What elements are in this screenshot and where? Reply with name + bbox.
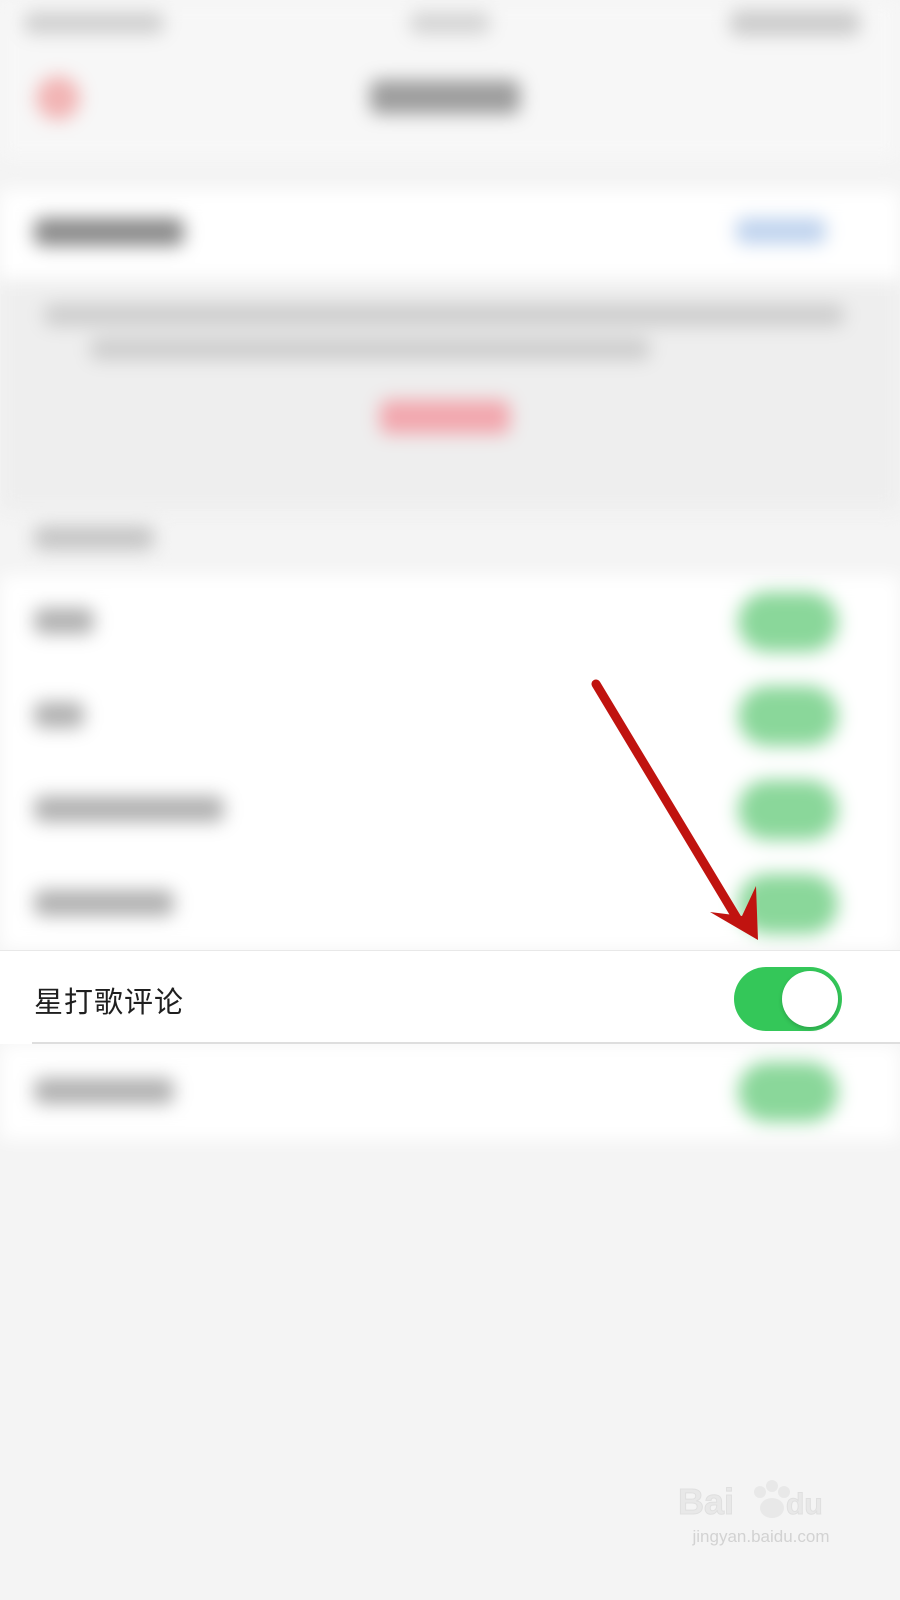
setting-row-star-song-comments: 星打歌评论 [0,950,900,1044]
screen: 星打歌评论 Bai du jingyan.baidu.com [0,0,900,1600]
blurred-background [0,0,900,1600]
status-center [410,12,490,34]
row-label [34,1078,174,1104]
toggle-switch[interactable] [738,780,838,840]
toggle-switch[interactable] [738,874,838,934]
card-link[interactable] [736,218,826,244]
card-title [34,218,184,246]
status-time [24,12,164,34]
section-header [34,526,154,550]
row-label [34,890,174,916]
star-song-comments-toggle[interactable] [734,967,842,1031]
row-label [34,702,84,728]
description-line [90,338,650,360]
watermark-url: jingyan.baidu.com [692,1527,830,1546]
row-label [34,608,94,634]
toggle-knob [782,971,838,1027]
svg-text:du: du [786,1488,823,1521]
row-divider [32,1042,900,1044]
toggle-switch[interactable] [738,1062,838,1122]
toggle-switch[interactable] [738,686,838,746]
back-icon[interactable] [36,76,80,120]
status-battery-icon [730,10,860,36]
setting-row-label: 星打歌评论 [34,985,185,1019]
toggle-switch[interactable] [738,592,838,652]
row-label [34,796,224,822]
svg-text:Bai: Bai [678,1481,734,1522]
red-action-button[interactable] [380,400,510,434]
description-line [44,304,844,326]
page-title [370,80,520,114]
